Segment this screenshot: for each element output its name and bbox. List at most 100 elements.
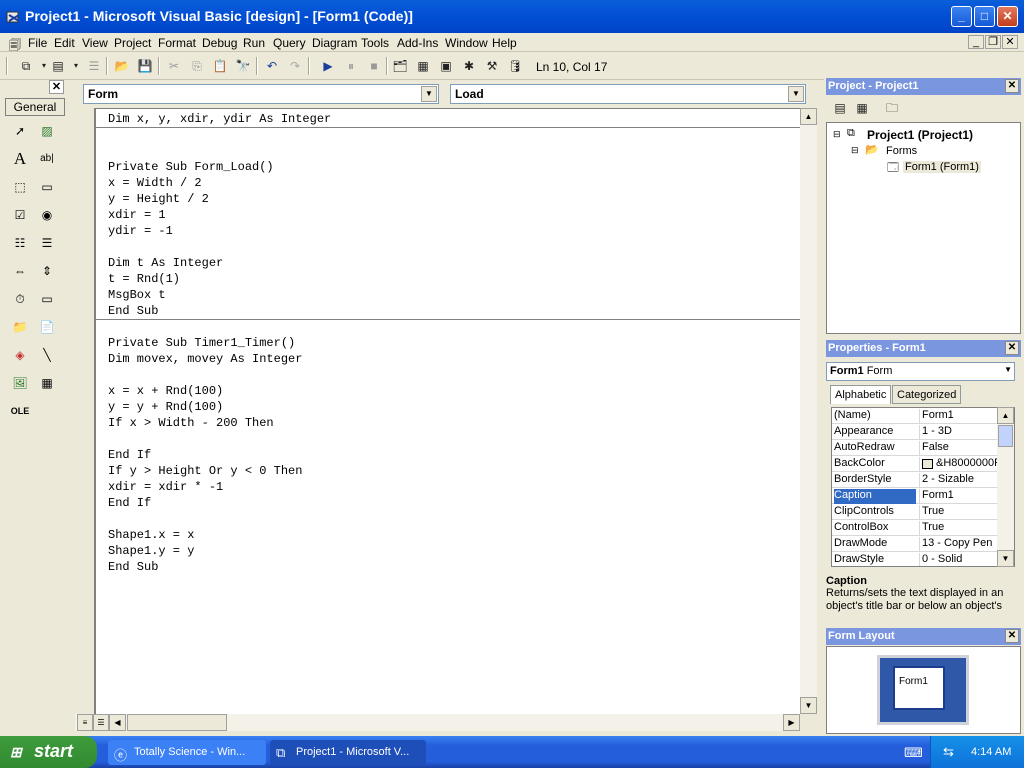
property-row[interactable]: BackColor &H8000000F: [832, 456, 999, 472]
cut-icon[interactable]: ✂: [164, 57, 184, 75]
property-value[interactable]: 13 - Copy Pen: [919, 537, 999, 552]
filelistbox-icon[interactable]: 📄: [36, 316, 58, 338]
image-icon[interactable]: 🖼: [9, 372, 31, 394]
tree-form1[interactable]: Form1 (Form1): [903, 161, 981, 173]
label-icon[interactable]: A: [9, 148, 31, 170]
menu-window[interactable]: Window: [445, 36, 488, 50]
timer-icon[interactable]: ⏱: [9, 288, 31, 310]
scroll-down-icon[interactable]: ▼: [800, 697, 817, 714]
property-row[interactable]: Appearance 1 - 3D: [832, 424, 999, 440]
code-line[interactable]: End If: [108, 496, 151, 510]
start-run-icon[interactable]: ▶: [318, 57, 338, 75]
code-line[interactable]: xdir = xdir * -1: [108, 480, 223, 494]
menu-edit[interactable]: Edit: [54, 36, 75, 50]
mdi-minimize-button[interactable]: _: [968, 35, 984, 49]
close-button[interactable]: ✕: [997, 6, 1018, 27]
code-line[interactable]: ydir = -1: [108, 224, 173, 238]
property-value[interactable]: Form1: [919, 409, 999, 424]
menu-tools[interactable]: Tools: [361, 36, 389, 50]
menu-run[interactable]: Run: [243, 36, 265, 50]
title-bar[interactable]: Project1 - Microsoft Visual Basic [desig…: [0, 0, 1024, 33]
menu-query[interactable]: Query: [273, 36, 306, 50]
code-editor[interactable]: Dim x, y, xdir, ydir As Integer Private …: [95, 108, 801, 714]
code-vertical-scrollbar[interactable]: ▲ ▼: [800, 108, 817, 714]
form-layout-icon[interactable]: ▣: [436, 57, 456, 75]
scroll-down-icon[interactable]: ▼: [997, 550, 1014, 567]
add-project-icon[interactable]: ⧉: [16, 57, 36, 75]
object-browser-icon[interactable]: ✱: [459, 57, 479, 75]
scroll-up-icon[interactable]: ▲: [800, 108, 817, 125]
menu-format[interactable]: Format: [158, 36, 196, 50]
property-value[interactable]: 1 - 3D: [919, 425, 999, 440]
tree-forms-folder[interactable]: Forms: [886, 145, 917, 157]
project-explorer-icon[interactable]: 🗂: [390, 57, 410, 75]
drivelistbox-icon[interactable]: ▭: [36, 288, 58, 310]
scroll-left-icon[interactable]: ◀: [109, 714, 126, 731]
keyboard-icon[interactable]: ⌨: [904, 745, 923, 761]
toggle-folders-icon[interactable]: 🗀: [882, 99, 902, 117]
redo-icon[interactable]: ↷: [285, 57, 305, 75]
commandbutton-icon[interactable]: ▭: [36, 176, 58, 198]
code-line[interactable]: y = Height / 2: [108, 192, 209, 206]
scroll-up-icon[interactable]: ▲: [997, 407, 1014, 424]
line-icon[interactable]: ╲: [36, 344, 58, 366]
code-line[interactable]: t = Rnd(1): [108, 272, 180, 286]
menu-addins[interactable]: Add-Ins: [397, 36, 438, 50]
property-row[interactable]: ControlBox True: [832, 520, 999, 536]
property-value[interactable]: 0 - Solid: [919, 553, 999, 566]
taskbar-item-active[interactable]: ⧉ Project1 - Microsoft V...: [270, 740, 426, 765]
taskbar-item[interactable]: ⓔ Totally Science - Win...: [108, 740, 266, 765]
dirlistbox-icon[interactable]: 📁: [9, 316, 31, 338]
procedure-combo[interactable]: Load ▼: [450, 84, 806, 104]
start-button[interactable]: ⊞ start: [0, 736, 97, 768]
project-panel-header[interactable]: Project - Project1 ✕: [826, 78, 1021, 95]
code-line[interactable]: Shape1.x = x: [108, 528, 194, 542]
properties-object-combo[interactable]: Form1 Form ▼: [826, 362, 1015, 381]
combobox-icon[interactable]: ☷: [9, 232, 31, 254]
scroll-thumb[interactable]: [998, 425, 1013, 447]
view-code-icon[interactable]: ▤: [830, 99, 850, 117]
property-value[interactable]: True: [919, 505, 999, 520]
vscrollbar-icon[interactable]: ⇕: [36, 260, 58, 282]
code-line[interactable]: Dim movex, movey As Integer: [108, 352, 302, 366]
code-line[interactable]: End Sub: [108, 560, 158, 574]
property-row[interactable]: AutoRedraw False: [832, 440, 999, 456]
property-row-selected[interactable]: Caption Form1: [832, 488, 999, 504]
property-value[interactable]: True: [919, 521, 999, 536]
mdi-restore-button[interactable]: ❐: [985, 35, 1001, 49]
scroll-right-icon[interactable]: ▶: [783, 714, 800, 731]
chevron-down-icon[interactable]: ▼: [421, 86, 437, 102]
optionbutton-icon[interactable]: ◉: [36, 204, 58, 226]
procedure-view-icon[interactable]: ≡: [77, 714, 93, 731]
save-project-icon[interactable]: 💾: [135, 57, 155, 75]
chevron-down-icon[interactable]: ▼: [788, 86, 804, 102]
scroll-thumb[interactable]: [127, 714, 227, 731]
form-layout-header[interactable]: Form Layout ✕: [826, 628, 1021, 645]
open-project-icon[interactable]: 📂: [112, 57, 132, 75]
pointer-icon[interactable]: ➚: [9, 120, 31, 142]
hscrollbar-icon[interactable]: ⇔: [9, 260, 31, 282]
code-line[interactable]: If y > Height Or y < 0 Then: [108, 464, 302, 478]
toolbar-grip[interactable]: [6, 57, 8, 75]
paste-icon[interactable]: 📋: [210, 57, 230, 75]
property-row[interactable]: BorderStyle 2 - Sizable: [832, 472, 999, 488]
data-icon[interactable]: ▦: [36, 372, 58, 394]
code-line[interactable]: y = y + Rnd(100): [108, 400, 223, 414]
minimize-button[interactable]: _: [951, 6, 972, 27]
close-icon[interactable]: ✕: [1005, 341, 1019, 355]
mdi-close-button[interactable]: ✕: [1002, 35, 1018, 49]
code-line[interactable]: Private Sub Timer1_Timer(): [108, 336, 295, 350]
chevron-down-icon[interactable]: ▼: [1004, 365, 1012, 374]
toolbox-icon[interactable]: ⚒: [482, 57, 502, 75]
property-row[interactable]: ClipControls True: [832, 504, 999, 520]
code-line[interactable]: MsgBox t: [108, 288, 166, 302]
code-line[interactable]: Private Sub Form_Load(): [108, 160, 274, 174]
properties-scrollbar[interactable]: ▲ ▼: [997, 407, 1014, 567]
toolbox-general-tab[interactable]: General: [5, 98, 65, 116]
textbox-icon[interactable]: ab|: [36, 148, 58, 170]
property-row[interactable]: DrawMode 13 - Copy Pen: [832, 536, 999, 552]
form-position-preview[interactable]: Form1: [893, 666, 945, 710]
property-row[interactable]: (Name) Form1: [832, 408, 999, 424]
tab-alphabetic[interactable]: Alphabetic: [830, 385, 892, 404]
property-value[interactable]: False: [919, 441, 999, 456]
